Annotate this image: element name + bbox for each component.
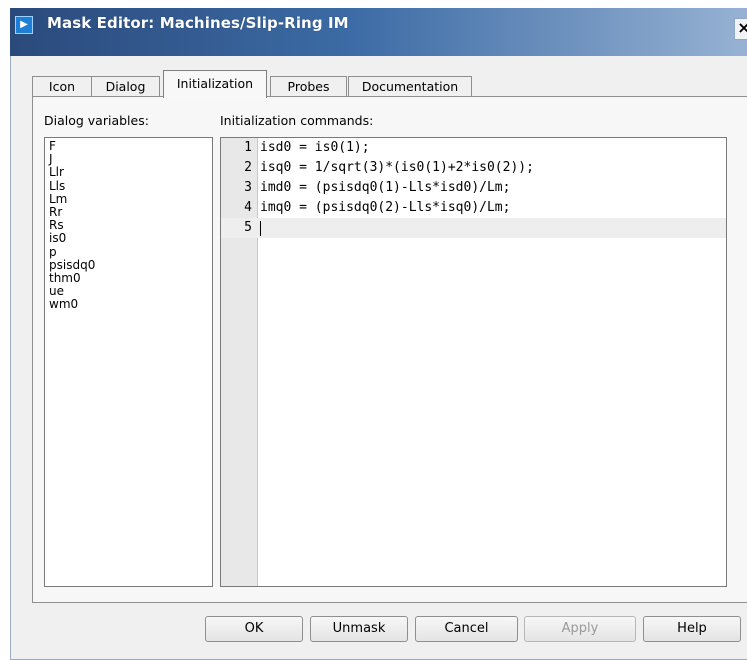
line-number: 3 — [244, 180, 252, 195]
help-button[interactable]: Help — [643, 616, 741, 642]
tab-probes[interactable]: Probes — [270, 76, 347, 97]
tab-icon[interactable]: Icon — [32, 76, 92, 97]
code-text[interactable]: imd0 = (psisdq0(1)-Lls*isd0)/Lm; — [260, 178, 510, 198]
text-cursor — [260, 221, 261, 236]
code-line[interactable]: 1 isd0 = is0(1); — [221, 138, 726, 158]
list-item[interactable]: Lls — [49, 179, 212, 193]
unmask-button[interactable]: Unmask — [310, 616, 408, 642]
code-text[interactable]: isq0 = 1/sqrt(3)*(is0(1)+2*is0(2)); — [260, 158, 534, 178]
initialization-code-editor[interactable]: 1 isd0 = is0(1); 2 isq0 = 1/sqrt(3)*(is0… — [220, 137, 727, 587]
list-item[interactable]: Rr — [49, 205, 212, 219]
line-number: 5 — [244, 220, 252, 235]
dialog-variables-list[interactable]: F J Llr Lls Lm Rr Rs is0 p psisdq0 thm0 … — [44, 137, 213, 587]
window-title: Mask Editor: Machines/Slip-Ring IM — [47, 14, 349, 32]
current-code-line[interactable]: 5 — [221, 218, 726, 238]
dialog-variables-label: Dialog variables: — [44, 113, 149, 128]
line-number: 4 — [244, 200, 252, 215]
initialization-commands-label: Initialization commands: — [220, 113, 374, 128]
tab-documentation[interactable]: Documentation — [348, 76, 472, 97]
simulink-icon: ▶ — [15, 16, 33, 34]
list-item[interactable]: J — [49, 153, 212, 166]
list-item[interactable]: is0 — [49, 232, 212, 245]
cancel-button[interactable]: Cancel — [415, 616, 518, 642]
apply-button[interactable]: Apply — [524, 616, 636, 642]
list-item[interactable]: Llr — [49, 166, 212, 179]
close-button[interactable]: × — [734, 18, 747, 40]
code-line[interactable]: 4 imq0 = (psisdq0(2)-Lls*isq0)/Lm; — [221, 198, 726, 218]
list-item[interactable]: Rs — [49, 219, 212, 232]
ok-button[interactable]: OK — [205, 616, 303, 642]
code-line[interactable]: 3 imd0 = (psisdq0(1)-Lls*isd0)/Lm; — [221, 178, 726, 198]
code-line[interactable]: 2 isq0 = 1/sqrt(3)*(is0(1)+2*is0(2)); — [221, 158, 726, 178]
line-number: 2 — [244, 160, 252, 175]
line-number: 1 — [244, 140, 252, 155]
list-item[interactable]: F — [49, 139, 212, 153]
code-text[interactable]: isd0 = is0(1); — [260, 138, 370, 158]
code-text[interactable]: imq0 = (psisdq0(2)-Lls*isq0)/Lm; — [260, 198, 510, 218]
list-item[interactable]: wm0 — [49, 298, 212, 311]
tab-initialization[interactable]: Initialization — [163, 70, 267, 98]
list-item[interactable]: thm0 — [49, 271, 212, 285]
list-item[interactable]: p — [49, 245, 212, 259]
tab-dialog[interactable]: Dialog — [91, 76, 160, 97]
list-item[interactable]: Lm — [49, 192, 212, 206]
